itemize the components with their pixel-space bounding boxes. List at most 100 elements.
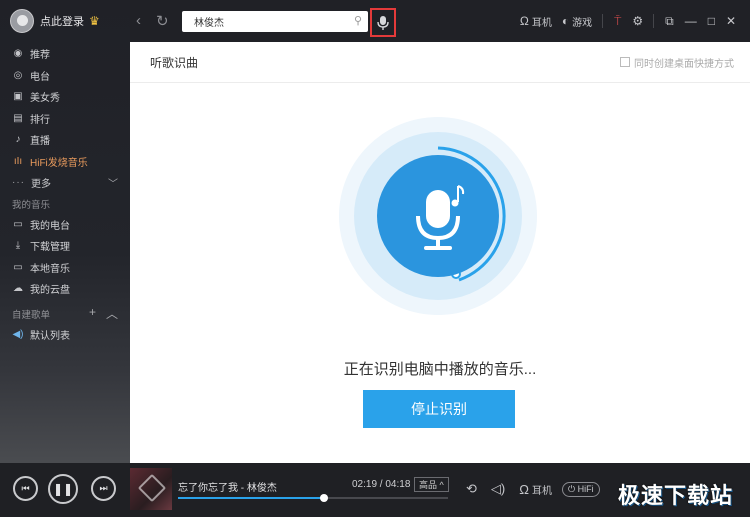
playlist-title-text: 自建歌单 xyxy=(12,309,51,321)
add-playlist-icon[interactable]: + xyxy=(89,305,96,322)
desktop-shortcut-option[interactable]: 同时创建桌面快捷方式 xyxy=(620,55,734,70)
sidebar: 点此登录 ♛ ◉ 推荐 ◎ 电台 ▣ 美女秀 ▤ 排行 ♪ 直播 ıIı HiF… xyxy=(0,0,130,463)
headphones-icon[interactable]: Ω xyxy=(519,482,529,497)
sidebar-item-live[interactable]: ♪ 直播 xyxy=(0,129,130,151)
loop-icon[interactable]: ⟲ xyxy=(466,481,477,497)
sidebar-item-radio[interactable]: ◎ 电台 xyxy=(0,65,130,87)
hifi-label: HiFi xyxy=(577,483,594,494)
chart-icon: ▤ xyxy=(13,112,23,124)
game-label: 游戏 xyxy=(572,17,593,29)
disc-icon: ◉ xyxy=(13,48,23,60)
sidebar-nav: ◉ 推荐 ◎ 电台 ▣ 美女秀 ▤ 排行 ♪ 直播 ıIı HiFi发烧音乐 ·… xyxy=(0,43,130,345)
album-cover[interactable] xyxy=(130,468,172,510)
sidebar-item-label: 本地音乐 xyxy=(30,263,70,275)
sidebar-item-ranking[interactable]: ▤ 排行 xyxy=(0,108,130,130)
headphones-label: 耳机 xyxy=(531,17,552,29)
chevron-down-icon[interactable]: ﹀ xyxy=(108,175,118,190)
search-input[interactable] xyxy=(182,11,342,32)
maximize-icon[interactable]: □ xyxy=(708,14,715,28)
minimize-icon[interactable]: — xyxy=(685,14,697,28)
gear-icon[interactable]: ⚙ xyxy=(632,14,643,28)
sidebar-item-local-music[interactable]: ▭ 本地音乐 xyxy=(0,257,130,279)
crown-icon[interactable]: ♛ xyxy=(89,14,100,28)
progress-bar[interactable] xyxy=(178,494,448,502)
sidebar-item-label: 电台 xyxy=(30,71,50,83)
progress-fill xyxy=(178,497,324,499)
mic-icon xyxy=(377,15,389,30)
skip-forward-icon: ⏭ xyxy=(99,483,108,493)
earphone-label[interactable]: 耳机 xyxy=(532,482,552,497)
sidebar-item-recommend[interactable]: ◉ 推荐 xyxy=(0,43,130,65)
progress-handle[interactable] xyxy=(319,494,328,502)
sidebar-item-label: 排行 xyxy=(30,114,50,126)
close-icon[interactable]: ✕ xyxy=(726,14,736,28)
main-header: 听歌识曲 同时创建桌面快捷方式 xyxy=(130,42,750,83)
song-recognition-mic-button[interactable] xyxy=(370,8,396,37)
chevron-up-icon[interactable]: ︿ xyxy=(106,305,118,322)
sidebar-item-label: 我的电台 xyxy=(30,220,70,232)
desktop-shortcut-checkbox[interactable] xyxy=(620,57,630,67)
quality-label: 高品 xyxy=(419,480,438,490)
pause-icon: ❚❚ xyxy=(52,482,74,496)
top-right-controls: Ω 耳机 ◐ 游戏 ⍑ ⚙ ⧉ — □ ✕ xyxy=(510,0,750,42)
player-right-controls: ⟲ ◁) Ω 耳机 ⏻ HiFi xyxy=(466,481,600,497)
divider xyxy=(653,14,655,28)
speaker-icon: ◀) xyxy=(12,328,24,340)
sidebar-item-label: 我的云盘 xyxy=(30,285,70,297)
sidebar-item-label: 美女秀 xyxy=(30,93,60,105)
user-login[interactable]: 点此登录 ♛ xyxy=(10,9,100,33)
stop-recognition-button[interactable]: 停止识别 xyxy=(363,390,515,428)
more-label: 更多 xyxy=(31,179,51,191)
sidebar-item-label: 默认列表 xyxy=(30,330,70,342)
radio-icon: ◎ xyxy=(13,69,23,81)
sidebar-item-label: 推荐 xyxy=(30,50,50,62)
skin-icon[interactable]: ⍑ xyxy=(614,14,621,29)
sidebar-item-label: 下载管理 xyxy=(30,242,70,254)
refresh-icon[interactable]: ↻ xyxy=(156,12,169,30)
now-playing-title[interactable]: 忘了你忘了我 - 林俊杰 xyxy=(178,479,277,494)
watermark: 极速下载站 xyxy=(618,484,734,509)
search-icon[interactable]: ⚲ xyxy=(354,14,362,27)
avatar[interactable] xyxy=(10,9,34,33)
main-panel: 听歌识曲 同时创建桌面快捷方式 正在识别电脑中播放的音乐... 停止识别 xyxy=(130,42,750,463)
my-music-title: 我的音乐 xyxy=(0,194,130,214)
mini-mode-icon[interactable]: ⧉ xyxy=(665,14,674,29)
sidebar-item-default-list[interactable]: ◀) 默认列表 xyxy=(0,324,130,346)
monitor-icon: ▭ xyxy=(13,261,23,273)
sidebar-item-downloads[interactable]: ⤓ 下载管理 xyxy=(0,235,130,257)
play-time: 02:19 / 04:18 xyxy=(352,479,411,490)
top-bar: ‹ ↻ ⚲ Ω 耳机 ◐ 游戏 ⍑ ⚙ ⧉ — □ ✕ xyxy=(130,0,750,42)
headphones-button[interactable]: Ω 耳机 xyxy=(520,14,552,29)
game-button[interactable]: ◐ 游戏 xyxy=(562,14,592,29)
sidebar-item-label: 直播 xyxy=(30,136,50,148)
previous-track-button[interactable]: ⏮ xyxy=(13,476,38,501)
sidebar-more[interactable]: ··· 更多 ﹀ xyxy=(0,172,130,194)
more-dots-icon: ··· xyxy=(12,177,25,189)
headphones-icon: Ω xyxy=(519,14,529,28)
game-icon: ◐ xyxy=(561,14,570,28)
sidebar-item-beauty-show[interactable]: ▣ 美女秀 xyxy=(0,86,130,108)
pause-button[interactable]: ❚❚ xyxy=(48,474,78,504)
sidebar-item-hifi[interactable]: ıIı HiFi发烧音乐 xyxy=(0,151,130,173)
sidebar-item-label: HiFi发烧音乐 xyxy=(30,157,88,169)
cloud-icon: ☁ xyxy=(13,283,23,295)
quality-selector[interactable]: 高品 ^ xyxy=(414,477,449,492)
sidebar-item-my-radio[interactable]: ▭ 我的电台 xyxy=(0,214,130,236)
hifi-icon: ıIı xyxy=(13,155,23,167)
chevron-up-icon: ^ xyxy=(439,480,444,490)
hifi-power-icon: ⏻ xyxy=(567,483,576,494)
sidebar-item-cloud[interactable]: ☁ 我的云盘 xyxy=(0,278,130,300)
desktop-shortcut-label: 同时创建桌面快捷方式 xyxy=(634,58,734,70)
download-icon: ⤓ xyxy=(15,240,21,252)
hifi-toggle[interactable]: ⏻ HiFi xyxy=(561,481,600,497)
next-track-button[interactable]: ⏭ xyxy=(91,476,116,501)
back-arrow-icon[interactable]: ‹ xyxy=(136,12,141,29)
my-music-title-text: 我的音乐 xyxy=(12,199,51,211)
radio-icon: ▭ xyxy=(13,218,23,230)
playlist-section-title: 自建歌单 + ︿ xyxy=(0,304,130,324)
search-box: ⚲ xyxy=(182,11,368,32)
recognition-status: 正在识别电脑中播放的音乐... xyxy=(343,361,537,378)
recognition-animation xyxy=(339,117,537,315)
volume-icon[interactable]: ◁) xyxy=(491,481,505,497)
login-label[interactable]: 点此登录 xyxy=(40,13,84,29)
